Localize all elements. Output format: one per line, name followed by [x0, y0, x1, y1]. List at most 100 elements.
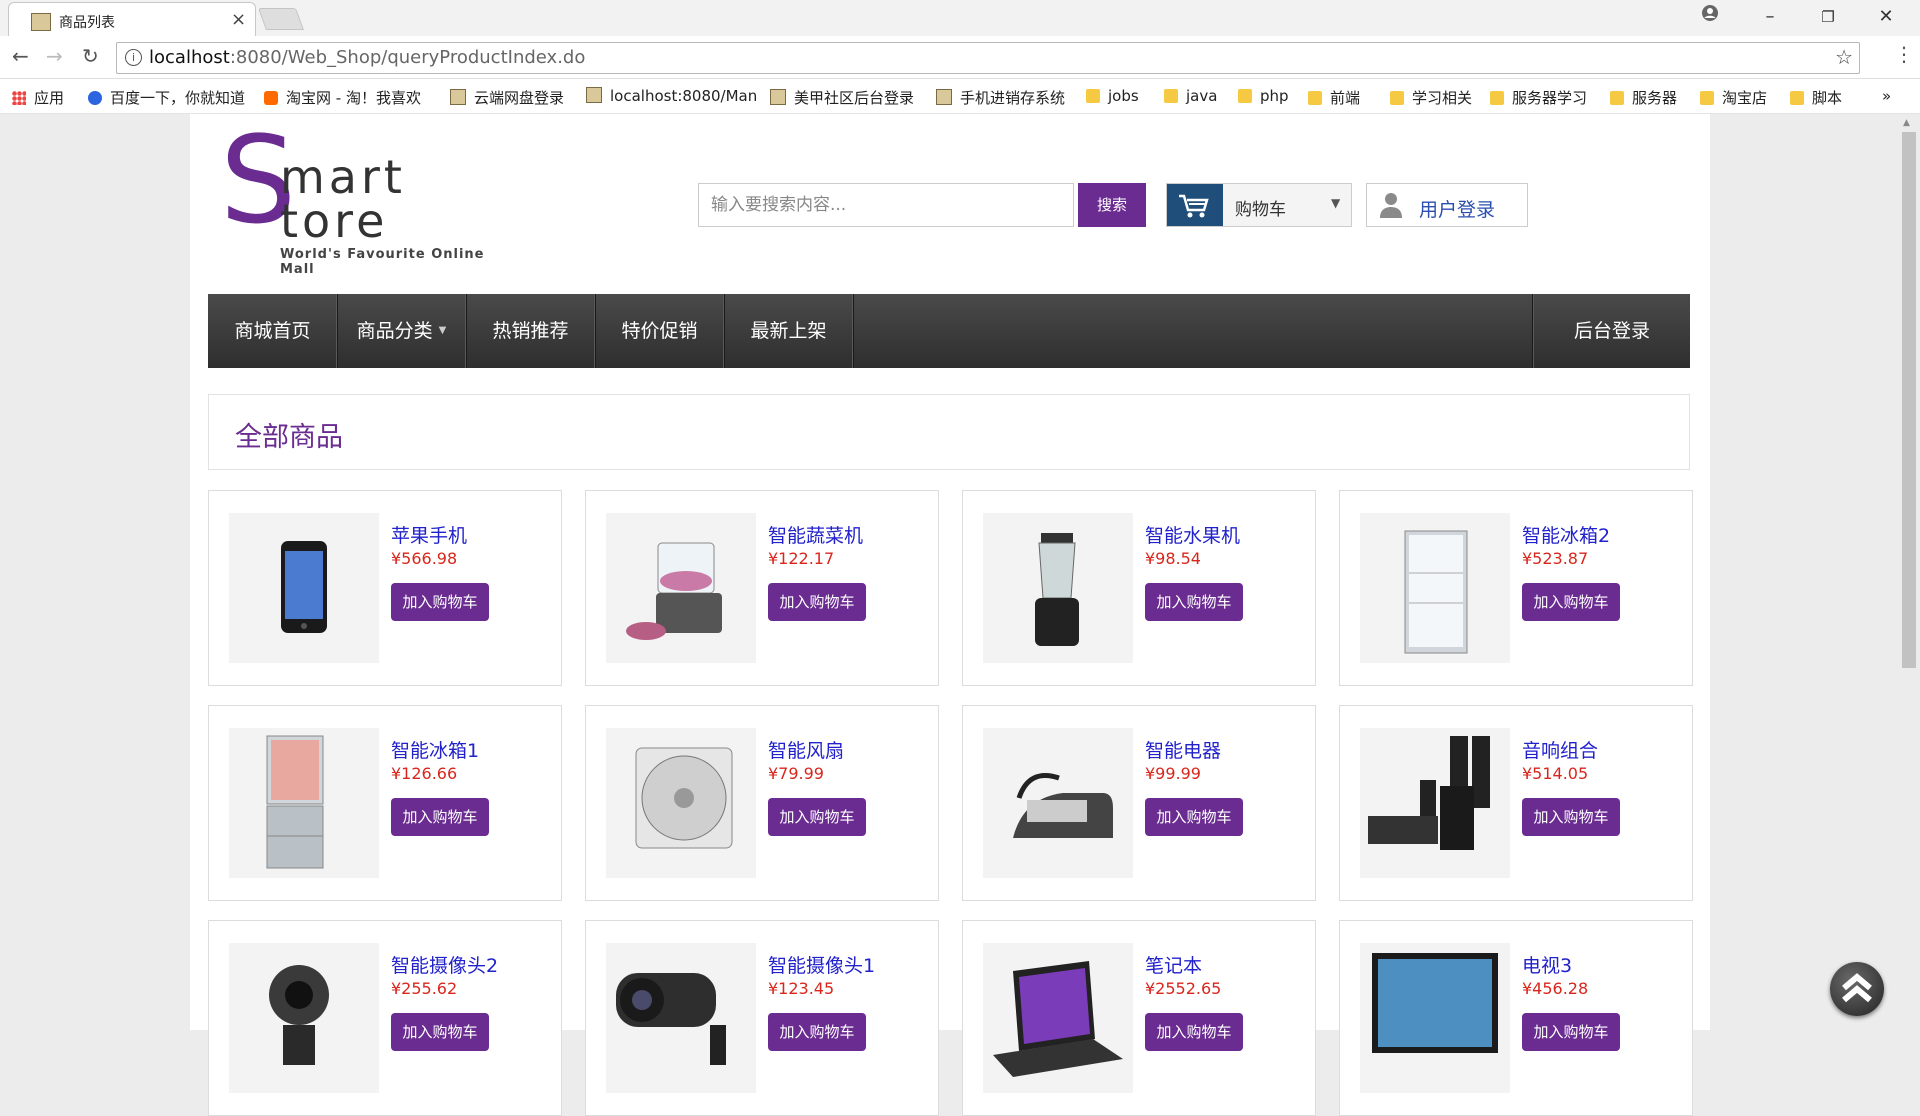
nav-new[interactable]: 最新上架 — [724, 294, 854, 368]
add-to-cart-button[interactable]: 加入购物车 — [1145, 583, 1243, 621]
bookmark-item[interactable]: 淘宝店 — [1700, 87, 1767, 108]
profile-icon[interactable] — [1686, 2, 1734, 32]
product-image[interactable] — [983, 513, 1133, 663]
product-name-link[interactable]: 电视3 — [1522, 951, 1572, 978]
store-logo[interactable]: S mart tore World's Favourite Online Mal… — [220, 122, 490, 278]
bookmark-item[interactable]: php — [1238, 87, 1289, 105]
add-to-cart-button[interactable]: 加入购物车 — [1145, 1013, 1243, 1051]
product-image[interactable] — [606, 943, 756, 1093]
product-price: ¥122.17 — [768, 549, 835, 568]
product-name-link[interactable]: 智能摄像头2 — [391, 951, 498, 978]
add-to-cart-button[interactable]: 加入购物车 — [768, 798, 866, 836]
forward-arrow-icon[interactable]: → — [46, 44, 63, 68]
add-to-cart-button[interactable]: 加入购物车 — [1522, 1013, 1620, 1051]
nav-home[interactable]: 商城首页 — [208, 294, 338, 368]
nav-categories[interactable]: 商品分类 ▼ — [337, 294, 467, 368]
url-input[interactable]: i localhost:8080/Web_Shop/queryProductIn… — [116, 42, 1860, 74]
bookmark-item[interactable]: 手机进销存系统 — [936, 87, 1065, 108]
bookmark-label: 淘宝店 — [1722, 89, 1768, 107]
bookmark-item[interactable]: 百度一下，你就知道 — [88, 87, 245, 108]
search-button[interactable]: 搜索 — [1078, 183, 1146, 227]
more-bookmarks-chevron-icon[interactable]: » — [1882, 87, 1891, 105]
add-to-cart-button[interactable]: 加入购物车 — [1145, 798, 1243, 836]
folder-icon — [1164, 89, 1178, 103]
browser-tab[interactable]: 商品列表 × — [8, 2, 256, 37]
image-icon — [770, 89, 786, 105]
add-to-cart-button[interactable]: 加入购物车 — [768, 1013, 866, 1051]
product-image[interactable] — [1360, 728, 1510, 878]
restore-icon[interactable]: ❐ — [1804, 2, 1852, 32]
bookmark-item[interactable]: localhost:8080/Man — [586, 87, 757, 105]
bookmark-item[interactable]: 应用 — [12, 87, 64, 108]
add-to-cart-button[interactable]: 加入购物车 — [1522, 583, 1620, 621]
add-to-cart-button[interactable]: 加入购物车 — [391, 583, 489, 621]
product-image[interactable] — [1360, 513, 1510, 663]
search-input[interactable]: 输入要搜索内容... — [698, 183, 1074, 227]
cart-dropdown[interactable]: 购物车 ▼ — [1166, 183, 1352, 227]
menu-kebab-icon[interactable]: ⋮ — [1894, 42, 1914, 66]
add-to-cart-button[interactable]: 加入购物车 — [1522, 798, 1620, 836]
add-to-cart-button[interactable]: 加入购物车 — [391, 1013, 489, 1051]
new-tab-button[interactable] — [257, 8, 305, 30]
bookmark-item[interactable]: 服务器学习 — [1490, 87, 1587, 108]
user-login-button[interactable]: 用户登录 — [1366, 183, 1528, 227]
folder-icon — [1086, 89, 1100, 103]
product-image[interactable] — [983, 728, 1133, 878]
bookmark-label: 美甲社区后台登录 — [794, 89, 915, 107]
product-image[interactable] — [229, 513, 379, 663]
product-name-link[interactable]: 笔记本 — [1145, 951, 1202, 978]
bookmark-item[interactable]: java — [1164, 87, 1217, 105]
apps-grid-icon — [12, 91, 26, 105]
back-arrow-icon[interactable]: ← — [12, 44, 29, 68]
close-tab-icon[interactable]: × — [231, 9, 246, 30]
product-image[interactable] — [229, 943, 379, 1093]
nav-admin-login[interactable]: 后台登录 — [1532, 294, 1691, 368]
product-name-link[interactable]: 智能水果机 — [1145, 521, 1240, 548]
product-name-link[interactable]: 智能冰箱2 — [1522, 521, 1610, 548]
product-card: 智能水果机 ¥98.54 加入购物车 — [962, 490, 1316, 686]
product-name-link[interactable]: 音响组合 — [1522, 736, 1598, 763]
nav-sale[interactable]: 特价促销 — [595, 294, 725, 368]
product-name-link[interactable]: 智能蔬菜机 — [768, 521, 863, 548]
product-image[interactable] — [1360, 943, 1510, 1093]
nav-hot[interactable]: 热销推荐 — [466, 294, 596, 368]
folder-icon — [1790, 91, 1804, 105]
product-name-link[interactable]: 智能电器 — [1145, 736, 1221, 763]
product-image[interactable] — [606, 513, 756, 663]
product-image[interactable] — [606, 728, 756, 878]
product-price: ¥123.45 — [768, 979, 835, 998]
product-name-link[interactable]: 智能风扇 — [768, 736, 844, 763]
product-image[interactable] — [983, 943, 1133, 1093]
product-card: 音响组合 ¥514.05 加入购物车 — [1339, 705, 1693, 901]
product-name-link[interactable]: 智能冰箱1 — [391, 736, 479, 763]
bookmark-item[interactable]: 美甲社区后台登录 — [770, 87, 914, 108]
bookmark-item[interactable]: 脚本 — [1790, 87, 1842, 108]
back-to-top-button[interactable] — [1830, 962, 1884, 1016]
taobao-icon — [264, 91, 278, 105]
bookmark-label: 服务器学习 — [1512, 89, 1588, 107]
user-icon — [1380, 193, 1402, 218]
add-to-cart-button[interactable]: 加入购物车 — [768, 583, 866, 621]
product-image[interactable] — [229, 728, 379, 878]
scrollbar-thumb[interactable] — [1902, 132, 1916, 668]
bookmark-item[interactable]: 学习相关 — [1390, 87, 1472, 108]
add-to-cart-button[interactable]: 加入购物车 — [391, 798, 489, 836]
close-window-icon[interactable]: ✕ — [1862, 2, 1910, 32]
login-label: 用户登录 — [1419, 199, 1496, 221]
logo-word-bottom: tore — [280, 194, 389, 248]
scroll-up-arrow-icon[interactable]: ▲ — [1903, 118, 1910, 128]
product-name-link[interactable]: 苹果手机 — [391, 521, 467, 548]
bookmark-item[interactable]: 前端 — [1308, 87, 1360, 108]
bookmark-item[interactable]: 淘宝网 - 淘！我喜欢 — [264, 87, 421, 108]
bookmark-item[interactable]: 云端网盘登录 — [450, 87, 564, 108]
minimize-icon[interactable]: – — [1746, 2, 1794, 32]
product-card: 智能风扇 ¥79.99 加入购物车 — [585, 705, 939, 901]
bookmark-item[interactable]: 服务器 — [1610, 87, 1677, 108]
product-name-link[interactable]: 智能摄像头1 — [768, 951, 875, 978]
bookmark-star-icon[interactable]: ☆ — [1835, 45, 1853, 69]
folder-icon — [1490, 91, 1504, 105]
bookmark-item[interactable]: jobs — [1086, 87, 1139, 105]
product-card: 智能蔬菜机 ¥122.17 加入购物车 — [585, 490, 939, 686]
site-info-icon[interactable]: i — [125, 49, 142, 66]
reload-icon[interactable]: ↻ — [82, 44, 99, 68]
